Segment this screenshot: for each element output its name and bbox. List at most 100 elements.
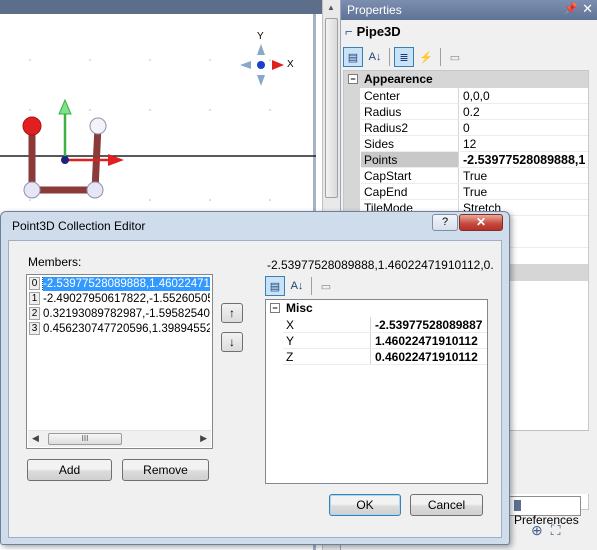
add-button[interactable]: Add <box>27 459 112 481</box>
property-row[interactable]: Y 1.46022471910112 <box>266 333 487 349</box>
tab-preferences[interactable]: Preferences <box>509 496 581 527</box>
property-row-selected[interactable]: Points -2.53977528089888,1 <box>344 152 588 168</box>
property-name: Z <box>283 349 371 365</box>
property-value[interactable]: -2.53977528089887 <box>372 317 487 333</box>
scroll-right-arrow-icon[interactable]: ▶ <box>200 433 207 444</box>
property-name: Sides <box>361 136 459 152</box>
list-item[interactable]: 2 0.32193089782987,-1.595825401 <box>29 307 210 321</box>
category-label: Misc <box>286 301 313 315</box>
collapse-icon[interactable]: − <box>348 74 358 84</box>
pin-icon[interactable]: 📌 <box>564 2 578 15</box>
cancel-button[interactable]: Cancel <box>410 494 483 516</box>
property-value[interactable]: 1.46022471910112 <box>372 333 487 349</box>
axis-gizmo[interactable] <box>240 44 284 86</box>
property-value[interactable]: 0 <box>460 120 588 136</box>
property-row[interactable]: X -2.53977528089887 <box>266 317 487 333</box>
pipe-node[interactable] <box>89 117 107 135</box>
scroll-thumb[interactable]: III <box>48 433 122 445</box>
property-value[interactable]: -2.53977528089888,1 <box>460 152 588 168</box>
list-item[interactable]: 1 -2.49027950617822,-1.552605056 <box>29 292 210 306</box>
toolbar-separator <box>311 277 312 295</box>
properties-title: Properties <box>347 3 402 17</box>
dialog-title: Point3D Collection Editor <box>12 219 146 233</box>
close-icon[interactable]: ✕ <box>582 1 593 17</box>
category-label: Appearence <box>364 72 433 86</box>
members-list[interactable]: 0 -2.53977528089888,1.460224719 1 -2.49027… <box>26 274 213 449</box>
properties-icon[interactable]: ≣ <box>394 47 414 67</box>
manipulator-center[interactable] <box>61 156 69 164</box>
members-label: Members: <box>28 255 82 269</box>
close-button[interactable]: ✕ <box>459 214 503 231</box>
property-value[interactable]: 12 <box>460 136 588 152</box>
dialog-body: Members: 0 -2.53977528089888,1.460224719 … <box>8 240 502 538</box>
property-name: Radius2 <box>361 120 459 136</box>
selected-member-label: -2.53977528089888,1.46022471910112,0... <box>267 258 493 272</box>
pipe-node-start[interactable] <box>22 116 42 136</box>
property-row[interactable]: Sides 12 <box>344 136 588 152</box>
property-row[interactable]: Center 0,0,0 <box>344 88 588 104</box>
member-index: 0 <box>29 277 40 290</box>
remove-button[interactable]: Remove <box>122 459 209 481</box>
gizmo-x-label: X <box>287 59 294 70</box>
y-manipulator-arrow[interactable] <box>58 98 72 115</box>
member-text: 0.456230747720596,1.398945521 <box>43 323 210 335</box>
help-button[interactable]: ? <box>432 214 458 231</box>
property-row[interactable]: CapStart True <box>344 168 588 184</box>
property-pages-icon[interactable]: ▭ <box>445 47 465 67</box>
property-value[interactable]: True <box>460 184 588 200</box>
object-name: Pipe3D <box>356 24 401 39</box>
members-horizontal-scrollbar[interactable]: ◀ III ▶ <box>28 430 211 447</box>
properties-toolbar: ▤ A↓ ≣ ⚡ ▭ <box>343 46 588 68</box>
list-item[interactable]: 3 0.456230747720596,1.398945521 <box>29 322 210 336</box>
member-text: 0.32193089782987,-1.595825401 <box>43 308 210 320</box>
category-header[interactable]: − Misc <box>266 300 487 317</box>
property-name: CapEnd <box>361 184 459 200</box>
property-pages-icon[interactable]: ▭ <box>316 276 336 296</box>
object-selector[interactable]: ⌐ Pipe3D <box>345 24 401 42</box>
property-row[interactable]: Z 0.46022471910112 <box>266 349 487 365</box>
pipe-node[interactable] <box>86 181 104 199</box>
preferences-icon <box>514 500 521 511</box>
categorized-icon[interactable]: ▤ <box>265 276 285 296</box>
property-name: X <box>283 317 371 333</box>
member-properties-toolbar: ▤ A↓ ▭ <box>265 275 487 297</box>
move-up-button[interactable]: ↑ <box>221 303 243 323</box>
scroll-thumb[interactable] <box>325 18 338 198</box>
property-name: Radius <box>361 104 459 120</box>
point3d-collection-editor-dialog: Point3D Collection Editor ? ✕ Members: 0… <box>0 211 510 545</box>
toolbar-separator <box>389 48 390 66</box>
events-icon[interactable]: ⚡ <box>416 47 436 67</box>
property-value[interactable]: 0.2 <box>460 104 588 120</box>
fit-view-icon[interactable]: ⛶ <box>551 522 561 538</box>
property-value[interactable]: True <box>460 168 588 184</box>
ok-button[interactable]: OK <box>329 494 401 516</box>
member-index: 1 <box>29 292 40 305</box>
scroll-left-arrow-icon[interactable]: ◀ <box>32 433 39 444</box>
arrow-up-icon: ↑ <box>229 306 235 320</box>
property-value[interactable]: 0,0,0 <box>460 88 588 104</box>
member-text: -2.49027950617822,-1.552605056 <box>43 293 210 305</box>
alphabetical-icon[interactable]: A↓ <box>287 276 307 296</box>
member-index: 3 <box>29 322 40 335</box>
member-text: -2.53977528089888,1.460224719 <box>41 277 210 291</box>
member-property-grid[interactable]: − Misc X -2.53977528089887 Y 1.46022471910… <box>265 299 488 484</box>
property-name: Center <box>361 88 459 104</box>
property-value[interactable]: 0.46022471910112 <box>372 349 487 365</box>
toolbar-separator <box>440 48 441 66</box>
zoom-in-icon[interactable]: ⊕ <box>531 522 543 538</box>
collapse-icon[interactable]: − <box>270 303 280 313</box>
category-header[interactable]: − Appearence <box>344 71 588 88</box>
property-name: CapStart <box>361 168 459 184</box>
property-row[interactable]: CapEnd True <box>344 184 588 200</box>
property-row[interactable]: Radius 0.2 <box>344 104 588 120</box>
list-item[interactable]: 0 -2.53977528089888,1.460224719 <box>29 277 210 291</box>
property-name: Y <box>283 333 371 349</box>
property-row[interactable]: Radius2 0 <box>344 120 588 136</box>
move-down-button[interactable]: ↓ <box>221 332 243 352</box>
alphabetical-icon[interactable]: A↓ <box>365 47 385 67</box>
scroll-up-arrow-icon[interactable]: ▲ <box>327 3 335 12</box>
pipe-icon: ⌐ <box>345 24 353 39</box>
arrow-down-icon: ↓ <box>229 335 235 349</box>
categorized-icon[interactable]: ▤ <box>343 47 363 67</box>
pipe-node[interactable] <box>23 181 41 199</box>
